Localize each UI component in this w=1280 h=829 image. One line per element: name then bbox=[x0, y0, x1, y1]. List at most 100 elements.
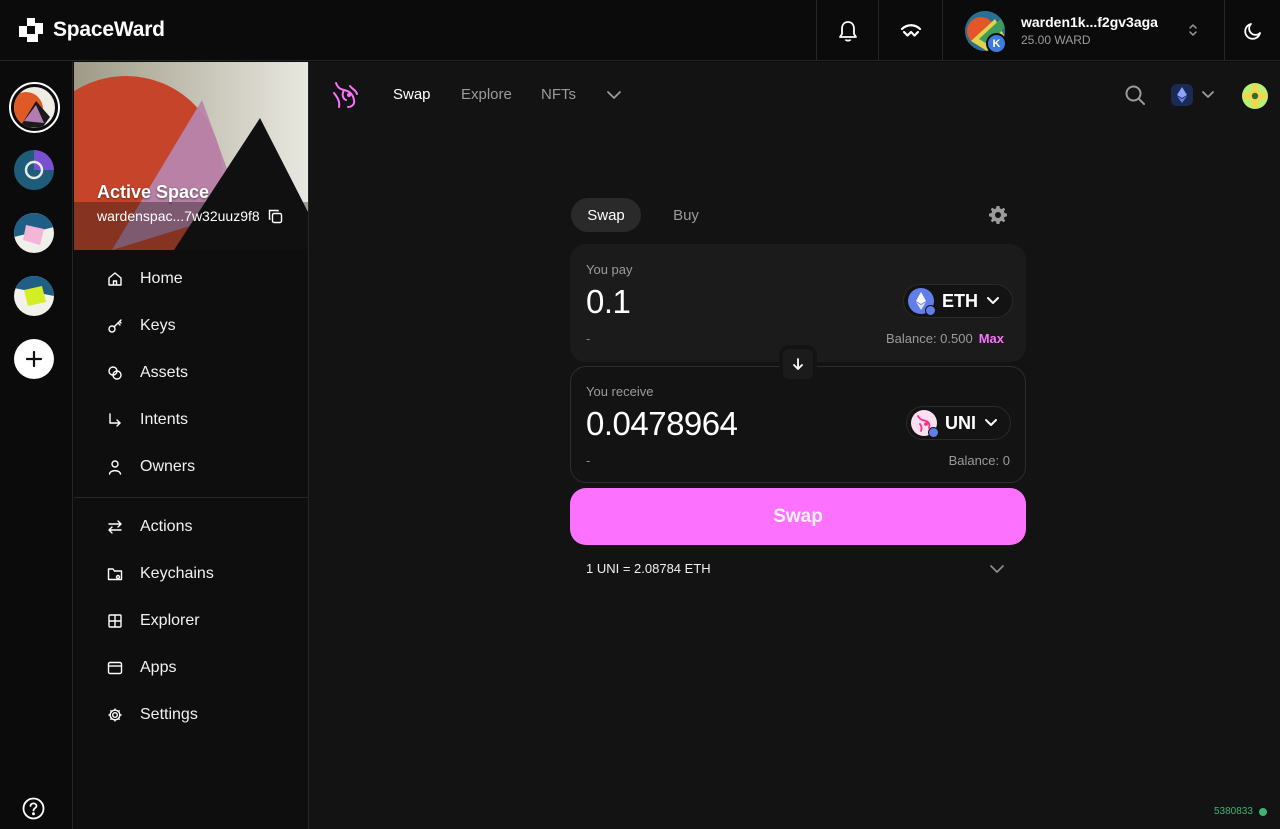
nav-label: Home bbox=[140, 270, 183, 287]
arrows-swap-icon bbox=[106, 518, 124, 536]
nav-item-explorer[interactable]: Explorer bbox=[106, 609, 200, 633]
pay-token-selector[interactable]: ETH bbox=[903, 284, 1013, 318]
receive-label: You receive bbox=[586, 384, 654, 399]
add-space-button[interactable] bbox=[14, 339, 54, 379]
account-switcher[interactable]: warden1k...f2gv3aga 25.00 WARD bbox=[942, 0, 1224, 61]
nav-item-intents[interactable]: Intents bbox=[106, 408, 188, 432]
flip-tokens-button[interactable] bbox=[779, 345, 817, 383]
space-address-text: wardenspac...7w32uuz9f8 bbox=[97, 208, 260, 224]
spaceward-logo-icon bbox=[19, 18, 43, 42]
receive-token-symbol: UNI bbox=[945, 412, 976, 433]
pay-token-symbol: ETH bbox=[942, 290, 978, 311]
walletconnect-icon bbox=[900, 23, 921, 37]
key-icon bbox=[106, 317, 124, 335]
home-icon bbox=[106, 270, 124, 288]
window-icon bbox=[106, 659, 124, 677]
receive-panel: You receive 0.0478964 - UNI Balance: 0 bbox=[570, 366, 1026, 483]
nav-label: Intents bbox=[140, 411, 189, 428]
uniswap-logo-icon[interactable] bbox=[330, 80, 360, 110]
nav-item-owners[interactable]: Owners bbox=[106, 455, 195, 479]
pay-amount-input[interactable]: 0.1 bbox=[586, 283, 631, 321]
nav-label: Assets bbox=[140, 364, 189, 381]
corner-arrow-icon bbox=[106, 411, 124, 429]
account-key-badge: K bbox=[986, 33, 1007, 54]
swap-submit-button[interactable]: Swap bbox=[570, 488, 1026, 545]
nav-item-apps[interactable]: Apps bbox=[106, 656, 176, 680]
ethereum-network-icon bbox=[1171, 84, 1193, 106]
gear-icon bbox=[106, 706, 124, 724]
max-button[interactable]: Max bbox=[979, 331, 1004, 346]
nav-item-keys[interactable]: Keys bbox=[106, 314, 176, 338]
nav-label: Keys bbox=[140, 317, 176, 334]
theme-toggle-button[interactable] bbox=[1224, 0, 1280, 61]
brand[interactable]: SpaceWard bbox=[18, 14, 165, 46]
plus-icon bbox=[25, 350, 43, 368]
app-wallet-button[interactable] bbox=[1242, 83, 1268, 109]
nav-item-actions[interactable]: Actions bbox=[106, 515, 192, 539]
buy-mode-tab[interactable]: Buy bbox=[655, 198, 717, 232]
space-title: Active Space bbox=[97, 182, 210, 202]
account-name: warden1k...f2gv3aga bbox=[1021, 14, 1158, 30]
nav-label: Apps bbox=[140, 659, 177, 676]
space-avatar[interactable] bbox=[14, 276, 54, 316]
space-avatar-active[interactable] bbox=[9, 82, 60, 133]
pay-balance-text: Balance: 0.500 bbox=[885, 331, 973, 346]
chevron-down-icon bbox=[990, 565, 1004, 573]
nav-item-assets[interactable]: Assets bbox=[106, 361, 188, 385]
eth-token-icon bbox=[908, 288, 936, 316]
block-number: 5380833 bbox=[1214, 806, 1253, 817]
app-tab-nfts[interactable]: NFTs bbox=[541, 86, 576, 103]
space-avatar[interactable] bbox=[14, 150, 54, 190]
pay-fiat-value: - bbox=[586, 331, 591, 346]
nav-label: Actions bbox=[140, 518, 193, 535]
pay-balance: Balance: 0.500 Max bbox=[886, 331, 1004, 346]
space-address: wardenspac...7w32uuz9f8 bbox=[97, 208, 283, 224]
app-tab-explore[interactable]: Explore bbox=[461, 86, 512, 103]
folder-key-icon bbox=[106, 565, 124, 583]
nav-label: Explorer bbox=[140, 612, 200, 629]
help-button[interactable] bbox=[22, 797, 45, 820]
nav-label: Owners bbox=[140, 458, 196, 475]
grid-icon bbox=[106, 612, 124, 630]
moon-icon bbox=[1243, 22, 1261, 40]
rate-details-toggle[interactable] bbox=[989, 562, 1005, 580]
chevron-up-down-icon bbox=[1189, 24, 1197, 36]
network-selector[interactable] bbox=[1171, 84, 1215, 106]
swap-settings-button[interactable] bbox=[988, 205, 1008, 230]
chevron-down-icon bbox=[1202, 91, 1214, 98]
receive-balance: Balance: 0 bbox=[948, 453, 1010, 468]
nav-item-home[interactable]: Home bbox=[106, 267, 183, 291]
space-avatar[interactable] bbox=[14, 213, 54, 253]
nav-label: Keychains bbox=[140, 565, 214, 582]
receive-amount-input[interactable]: 0.0478964 bbox=[586, 405, 738, 443]
app-tab-swap[interactable]: Swap bbox=[393, 86, 431, 103]
block-number-indicator: 5380833 bbox=[1214, 806, 1267, 817]
chevron-down-icon bbox=[607, 91, 621, 99]
app-search-button[interactable] bbox=[1124, 84, 1146, 111]
uni-token-icon bbox=[911, 410, 939, 438]
nav-divider bbox=[74, 497, 308, 498]
copy-icon[interactable] bbox=[268, 209, 283, 224]
question-circle-icon bbox=[22, 797, 45, 820]
gear-icon bbox=[989, 206, 1007, 224]
receive-token-selector[interactable]: UNI bbox=[906, 406, 1011, 440]
nav-item-keychains[interactable]: Keychains bbox=[106, 562, 214, 586]
chevron-down-icon bbox=[985, 419, 997, 426]
arrow-down-icon bbox=[793, 358, 803, 370]
search-icon bbox=[1125, 85, 1145, 105]
pay-label: You pay bbox=[586, 262, 633, 277]
receive-fiat-value: - bbox=[586, 453, 591, 468]
wallet-avatar-icon bbox=[1242, 83, 1268, 109]
user-icon bbox=[106, 458, 124, 476]
notifications-button[interactable] bbox=[816, 0, 878, 61]
bell-icon bbox=[838, 20, 857, 42]
more-menu-button[interactable] bbox=[606, 88, 622, 107]
swap-mode-tab[interactable]: Swap bbox=[571, 198, 641, 232]
coins-icon bbox=[106, 364, 124, 382]
nav-item-settings[interactable]: Settings bbox=[106, 703, 198, 727]
walletconnect-button[interactable] bbox=[878, 0, 942, 61]
exchange-rate[interactable]: 1 UNI = 2.08784 ETH bbox=[586, 561, 711, 576]
brand-name: SpaceWard bbox=[53, 18, 165, 41]
account-balance: 25.00 WARD bbox=[1021, 33, 1091, 47]
nav-label: Settings bbox=[140, 706, 198, 723]
